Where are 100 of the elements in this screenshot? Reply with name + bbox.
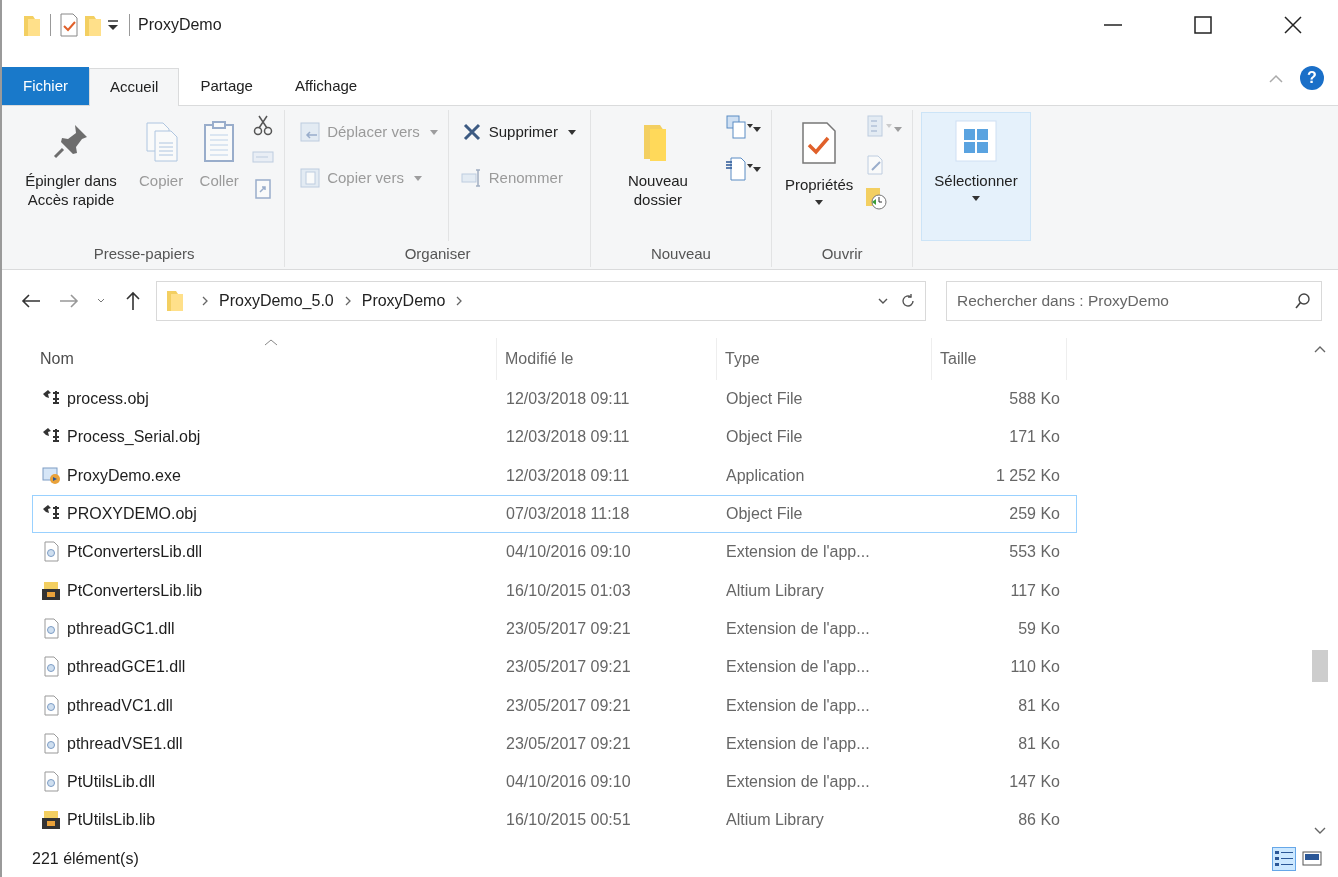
file-size: 588 Ko xyxy=(1008,389,1061,410)
file-row[interactable]: PtConvertersLib.lib 16/10/2015 01:03 Altium Library 117 Ko xyxy=(32,571,1077,610)
file-row[interactable]: PtUtilsLib.lib 16/10/2015 00:51 Altium Library 86 Ko xyxy=(32,801,1077,840)
ribbon-tab[interactable]: Affichage xyxy=(273,67,379,105)
refresh-icon[interactable] xyxy=(899,292,917,310)
file-name: pthreadGC1.dll xyxy=(67,618,175,639)
modified-date: 12/03/2018 09:11 xyxy=(505,427,631,448)
file-type: Object File xyxy=(725,504,804,525)
application-icon xyxy=(41,464,61,487)
modified-date: 07/03/2018 11:18 xyxy=(505,504,631,525)
chevron-icon[interactable] xyxy=(455,295,464,307)
library-file-icon xyxy=(41,809,61,832)
ribbon-tab[interactable]: Partage xyxy=(179,67,274,105)
scroll-up-icon[interactable] xyxy=(1313,344,1327,354)
modified-date: 04/10/2016 09:10 xyxy=(505,542,632,563)
customize-caret-icon[interactable] xyxy=(105,17,121,33)
column-header[interactable]: Taille xyxy=(932,338,1067,380)
settings-file-icon xyxy=(41,541,61,564)
file-size: 81 Ko xyxy=(1017,695,1061,716)
scroll-down-icon[interactable] xyxy=(1313,826,1327,836)
details-view-icon xyxy=(1274,848,1294,869)
file-row[interactable]: ProxyDemo.exe 12/03/2018 09:11 Application 1 252 Ko xyxy=(32,456,1077,495)
properties-icon[interactable] xyxy=(59,12,79,38)
file-row[interactable]: PtUtilsLib.dll 04/10/2016 09:10 Extension de l'app... 147 Ko xyxy=(32,762,1077,802)
file-row[interactable]: pthreadGC1.dll 23/05/2017 09:21 Extension de l'app... 59 Ko xyxy=(32,609,1077,649)
search-field[interactable]: Rechercher dans : ProxyDemo xyxy=(946,281,1322,321)
file-type: Altium Library xyxy=(725,580,825,601)
file-name: pthreadGCE1.dll xyxy=(67,657,186,678)
file-name: PtUtilsLib.dll xyxy=(67,772,156,793)
file-row[interactable]: PtConvertersLib.dll 04/10/2016 09:10 Extension de l'app... 553 Ko xyxy=(32,533,1077,572)
copy-to-icon xyxy=(299,167,322,189)
modified-date: 16/10/2015 00:51 xyxy=(505,810,632,831)
modified-date: 12/03/2018 09:11 xyxy=(505,465,631,486)
item-count: 221 élément(s) xyxy=(32,848,139,869)
column-header[interactable]: Modifié le xyxy=(497,338,717,380)
file-row[interactable]: pthreadGCE1.dll 23/05/2017 09:21 Extension de l'app... 110 Ko xyxy=(32,648,1077,687)
history-icon[interactable] xyxy=(864,186,889,210)
ribbon-button[interactable]: Propriétés xyxy=(779,112,859,210)
chevron-icon[interactable] xyxy=(343,295,352,307)
rename-icon xyxy=(460,167,483,189)
file-row[interactable]: process.obj 12/03/2018 09:11 Object File 588 Ko xyxy=(32,380,1077,419)
file-name: pthreadVSE1.dll xyxy=(67,733,183,754)
settings-file-icon xyxy=(41,656,61,679)
file-size: 147 Ko xyxy=(1008,772,1061,793)
maximize-icon[interactable] xyxy=(1192,14,1214,36)
help-button[interactable]: ? xyxy=(1300,65,1324,90)
file-row[interactable]: pthreadVSE1.dll 23/05/2017 09:21 Extension de l'app... 81 Ko xyxy=(32,724,1077,763)
breadcrumb-link[interactable]: ProxyDemo xyxy=(361,289,446,313)
chevron-icon[interactable] xyxy=(201,295,209,307)
file-type: Object File xyxy=(725,389,804,410)
ribbon-group-label: Nouveau xyxy=(649,244,712,264)
file-size: 81 Ko xyxy=(1017,733,1061,754)
file-type: Extension de l'app... xyxy=(725,772,871,793)
file-size: 110 Ko xyxy=(1009,657,1061,678)
ribbon-button[interactable]: Sélectionner xyxy=(921,112,1031,241)
file-type: Extension de l'app... xyxy=(725,695,871,716)
ribbon-tab[interactable]: Accueil xyxy=(89,68,180,106)
view-button[interactable] xyxy=(1272,846,1296,871)
ribbon-button[interactable]: Épingler dans Accès rapide xyxy=(12,112,130,214)
move-to-icon xyxy=(299,121,322,143)
modified-date: 23/05/2017 09:21 xyxy=(505,695,632,716)
modified-date: 23/05/2017 09:21 xyxy=(505,618,632,639)
address-bar[interactable]: ProxyDemo_5.0 ProxyDemo xyxy=(156,281,926,321)
file-type: Application xyxy=(725,465,806,486)
file-size: 117 Ko xyxy=(1009,580,1061,601)
close-icon[interactable] xyxy=(1282,14,1304,36)
file-size: 171 Ko xyxy=(1008,427,1061,448)
ribbon-group-label: Ouvrir xyxy=(820,244,864,264)
modified-date: 12/03/2018 09:11 xyxy=(505,389,631,410)
ribbon-group-label: Organiser xyxy=(403,244,472,264)
grid-icon xyxy=(954,119,998,163)
ribbon-button[interactable]: Nouveau dossier xyxy=(598,112,717,214)
file-row[interactable]: PROXYDEMO.obj 07/03/2018 11:18 Object File 259 Ko xyxy=(32,494,1077,534)
column-header[interactable]: Type xyxy=(717,338,932,380)
library-file-icon xyxy=(41,579,61,602)
modified-date: 23/05/2017 09:21 xyxy=(505,733,632,754)
file-type: Extension de l'app... xyxy=(725,618,871,639)
modified-date: 23/05/2017 09:21 xyxy=(505,657,632,678)
file-type: Extension de l'app... xyxy=(725,542,871,563)
file-row[interactable]: Process_Serial.obj 12/03/2018 09:11 Object File 171 Ko xyxy=(32,418,1077,457)
file-name: pthreadVC1.dll xyxy=(67,695,173,716)
file-menu-tab[interactable]: Fichier xyxy=(2,67,89,105)
ribbon-button[interactable]: Supprimer xyxy=(454,112,582,152)
search-icon xyxy=(1294,292,1312,310)
file-type: Extension de l'app... xyxy=(725,657,871,678)
scrollbar-thumb[interactable] xyxy=(1312,650,1328,682)
file-name: Process_Serial.obj xyxy=(67,427,201,448)
file-type: Altium Library xyxy=(725,810,825,831)
breadcrumb-link[interactable]: ProxyDemo_5.0 xyxy=(219,289,334,313)
settings-file-icon xyxy=(41,732,61,755)
file-row[interactable]: pthreadVC1.dll 23/05/2017 09:21 Extension de l'app... 81 Ko xyxy=(32,686,1077,725)
file-size: 59 Ko xyxy=(1017,618,1061,639)
file-name: PROXYDEMO.obj xyxy=(67,504,197,525)
settings-file-icon xyxy=(41,771,61,794)
file-type: Object File xyxy=(725,427,804,448)
file-type: Extension de l'app... xyxy=(725,733,871,754)
settings-file-icon xyxy=(41,694,61,717)
scissors-icon[interactable] xyxy=(252,114,275,136)
column-header[interactable]: Nom xyxy=(32,338,497,380)
file-size: 553 Ko xyxy=(1008,542,1061,563)
